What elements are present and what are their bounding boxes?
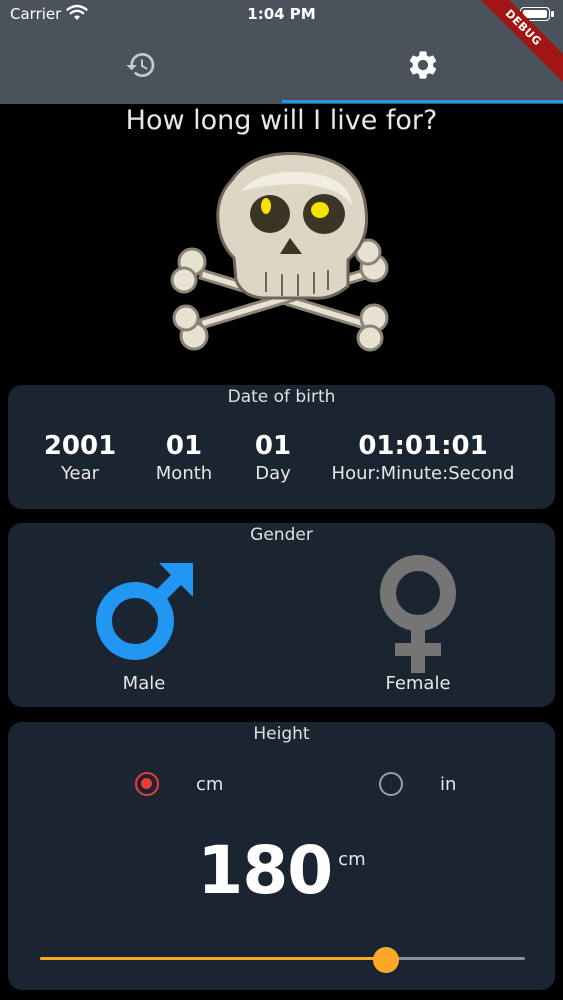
dob-month-value: 01 xyxy=(165,431,203,461)
dob-time-label: Hour:Minute:Second xyxy=(331,463,515,484)
height-unit: cm xyxy=(338,849,366,870)
unit-cm-radio[interactable] xyxy=(135,772,159,796)
unit-cm-label[interactable]: cm xyxy=(196,774,223,795)
height-value: 180 xyxy=(197,832,333,909)
history-icon xyxy=(125,49,157,85)
status-time: 1:04 PM xyxy=(247,5,316,23)
tab-history[interactable] xyxy=(0,30,281,104)
dob-time[interactable]: 01:01:01 Hour:Minute:Second xyxy=(324,431,522,484)
dob-month-label: Month xyxy=(155,463,213,484)
skull-crossbones-image xyxy=(162,140,402,378)
dob-month[interactable]: 01 Month xyxy=(144,431,224,484)
dob-year-value: 2001 xyxy=(43,431,117,461)
tab-indicator xyxy=(282,100,563,103)
tab-settings[interactable] xyxy=(282,30,563,104)
unit-in-label[interactable]: in xyxy=(440,774,456,795)
battery-icon xyxy=(520,7,554,21)
height-display: 180 cm xyxy=(8,832,555,909)
status-bar: Carrier 1:04 PM xyxy=(0,0,563,30)
dob-day-label: Day xyxy=(255,463,291,484)
dob-year[interactable]: 2001 Year xyxy=(40,431,120,484)
gender-card: Gender Male Female xyxy=(8,523,555,707)
settings-icon xyxy=(406,48,440,86)
date-of-birth-card[interactable]: Date of birth 2001 Year 01 Month 01 Day … xyxy=(8,385,555,509)
dob-year-label: Year xyxy=(60,463,100,484)
unit-in-radio[interactable] xyxy=(379,772,403,796)
dob-day-value: 01 xyxy=(254,431,292,461)
date-of-birth-title: Date of birth xyxy=(227,387,336,407)
gender-female-option[interactable] xyxy=(318,555,518,679)
gender-male-option[interactable] xyxy=(44,555,244,669)
male-icon xyxy=(89,563,199,669)
dob-day[interactable]: 01 Day xyxy=(240,431,306,484)
height-title: Height xyxy=(253,724,310,744)
gender-male-label: Male xyxy=(122,673,166,694)
height-card: Height cm in 180 cm xyxy=(8,722,555,990)
slider-active-track[interactable] xyxy=(40,957,387,960)
gender-female-label: Female xyxy=(385,673,451,694)
page-title: How long will I live for? xyxy=(125,105,438,136)
gender-title: Gender xyxy=(250,525,313,545)
slider-thumb[interactable] xyxy=(373,947,400,973)
height-slider[interactable] xyxy=(40,947,525,973)
tab-bar xyxy=(0,30,563,104)
dob-time-value: 01:01:01 xyxy=(358,431,488,461)
